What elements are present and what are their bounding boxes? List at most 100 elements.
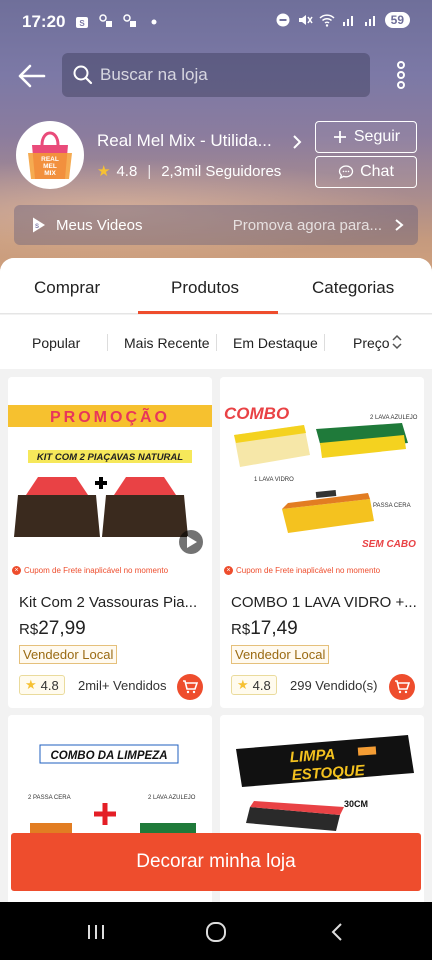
chat-label: Chat <box>360 163 394 180</box>
store-rating: 4.8 <box>116 162 138 180</box>
coupon-text: Cupom de Frete inaplicável no momento <box>24 566 169 575</box>
status-bar: 17:20 S 59 <box>0 0 432 44</box>
system-icons: 59 <box>275 12 410 28</box>
label-lava-azulejo: 2 LAVA AZULEJO <box>148 795 196 801</box>
product-card[interactable]: COMBO 2 LAVA AZULEJO 1 LAVA VIDRO 1 PASS… <box>220 377 424 708</box>
promote-now-text: Promova agora para... <box>232 216 382 234</box>
store-tabs: Comprar Produtos Categorias <box>0 258 432 314</box>
tab-comprar[interactable]: Comprar <box>34 278 100 298</box>
sort-featured[interactable]: Em Destaque <box>233 335 318 351</box>
decorate-store-button[interactable]: Decorar minha loja <box>11 833 421 891</box>
svg-text:S: S <box>79 19 85 28</box>
close-circle-icon: × <box>224 566 233 575</box>
recent-apps-icon[interactable] <box>84 920 108 944</box>
video-play-icon: S <box>33 217 45 233</box>
coupon-text: Cupom de Frete inaplicável no momento <box>236 566 381 575</box>
svg-text:MEL: MEL <box>43 163 57 170</box>
store-logo[interactable]: REAL MEL MIX <box>16 121 84 189</box>
mute-icon <box>298 15 313 25</box>
label-sem-cabo: SEM CABO <box>362 539 416 550</box>
dot-icon <box>151 19 157 25</box>
active-tab-indicator <box>138 311 278 314</box>
sort-popular[interactable]: Popular <box>32 335 80 351</box>
rating-value: 4.8 <box>40 677 59 693</box>
more-options-icon[interactable] <box>390 58 412 92</box>
wifi-icon <box>319 14 335 27</box>
system-nav-bar <box>0 902 432 960</box>
sort-bar: Popular Mais Recente Em Destaque Preço <box>0 315 432 369</box>
signal-icon <box>342 16 353 26</box>
signal-icon-2 <box>364 16 375 26</box>
product-price: R$17,49 <box>231 618 298 640</box>
cart-icon <box>183 680 198 694</box>
follow-label: Seguir <box>353 128 401 145</box>
status-time: 17:20 <box>22 12 66 31</box>
sort-recent[interactable]: Mais Recente <box>124 335 210 351</box>
product-rating: ★ 4.8 <box>231 675 277 695</box>
store-name[interactable]: Real Mel Mix - Utilida... <box>97 131 272 151</box>
tab-categorias[interactable]: Categorias <box>312 278 394 298</box>
local-seller-badge: Vendedor Local <box>231 645 330 664</box>
chat-button[interactable]: Chat <box>315 156 417 188</box>
coupon-notice: × Cupom de Frete inaplicável no momento <box>224 566 380 575</box>
chevron-right-icon <box>395 219 404 231</box>
promo-banner-text: PROMOÇÃO <box>50 406 170 426</box>
product-card[interactable]: PROMOÇÃO KIT COM 2 PIAÇAVAS NATURAL × Cu… <box>8 377 212 708</box>
sort-arrows-icon[interactable] <box>391 333 403 351</box>
broom-product-image: PROMOÇÃO KIT COM 2 PIAÇAVAS NATURAL <box>8 405 212 554</box>
price-currency: R$ <box>231 621 251 638</box>
kit-subtitle-text: KIT COM 2 PIAÇAVAS NATURAL <box>37 452 183 463</box>
battery-indicator: 59 <box>384 12 410 28</box>
product-image: PROMOÇÃO KIT COM 2 PIAÇAVAS NATURAL <box>8 377 212 559</box>
back-arrow-icon[interactable] <box>14 58 50 94</box>
label-passa-cera: 2 PASSA CERA <box>28 795 71 801</box>
shopping-bag-logo-icon: REAL MEL MIX <box>18 123 82 187</box>
sort-price[interactable]: Preço <box>353 335 390 351</box>
combo-limpeza-text: COMBO DA LIMPEZA <box>50 750 167 762</box>
rating-value: 4.8 <box>252 677 271 693</box>
add-to-cart-button[interactable] <box>389 674 415 700</box>
plus-icon <box>333 131 346 143</box>
cart-icon <box>395 680 410 694</box>
divider <box>324 334 325 351</box>
chat-bubble-icon <box>338 165 354 180</box>
product-name: Kit Com 2 Vassouras Pia... <box>19 594 198 611</box>
add-to-cart-button[interactable] <box>177 674 203 700</box>
sold-count: 2mil+ Vendidos <box>78 678 167 693</box>
cleaning-squeegee-image: COMBO 2 LAVA AZULEJO 1 LAVA VIDRO 1 PASS… <box>224 404 418 550</box>
star-icon: ★ <box>25 677 37 692</box>
combo-banner-text: COMBO <box>224 404 289 423</box>
divider <box>216 334 217 351</box>
svg-text:MIX: MIX <box>44 170 56 177</box>
store-content-panel: Comprar Produtos Categorias Popular Mais… <box>0 258 432 902</box>
my-videos-label: Meus Videos <box>56 216 143 234</box>
product-rating: ★ 4.8 <box>19 675 65 695</box>
search-placeholder: Buscar na loja <box>100 65 208 84</box>
close-circle-icon: × <box>12 566 21 575</box>
app-notification-icon <box>99 14 112 27</box>
sold-count: 299 Vendido(s) <box>290 678 378 693</box>
decorate-label: Decorar minha loja <box>136 851 296 872</box>
coupon-notice: × Cupom de Frete inaplicável no momento <box>12 566 168 575</box>
price-value: 27,99 <box>38 618 86 639</box>
svg-text:S: S <box>35 224 39 230</box>
chevron-right-icon[interactable] <box>288 133 306 151</box>
search-input[interactable]: Buscar na loja <box>62 53 370 97</box>
product-image: COMBO 2 LAVA AZULEJO 1 LAVA VIDRO 1 PASS… <box>220 377 424 559</box>
price-currency: R$ <box>19 621 39 638</box>
product-name: COMBO 1 LAVA VIDRO +... <box>231 594 417 611</box>
do-not-disturb-icon <box>276 13 290 27</box>
tab-produtos[interactable]: Produtos <box>171 278 239 298</box>
back-icon[interactable] <box>326 920 350 944</box>
home-icon[interactable] <box>204 920 228 944</box>
label-lava-vidro: 1 LAVA VIDRO <box>254 477 294 483</box>
star-icon: ★ <box>237 677 249 692</box>
local-seller-badge: Vendedor Local <box>19 645 118 664</box>
star-icon: ★ <box>97 163 111 180</box>
search-icon <box>73 65 93 85</box>
shopee-notification-icon: S <box>76 17 88 28</box>
my-videos-banner[interactable]: S Meus Videos Promova agora para... <box>14 205 418 245</box>
size-text: 30CM <box>344 799 368 809</box>
follow-button[interactable]: Seguir <box>315 121 417 153</box>
notification-icons: S <box>74 13 162 29</box>
